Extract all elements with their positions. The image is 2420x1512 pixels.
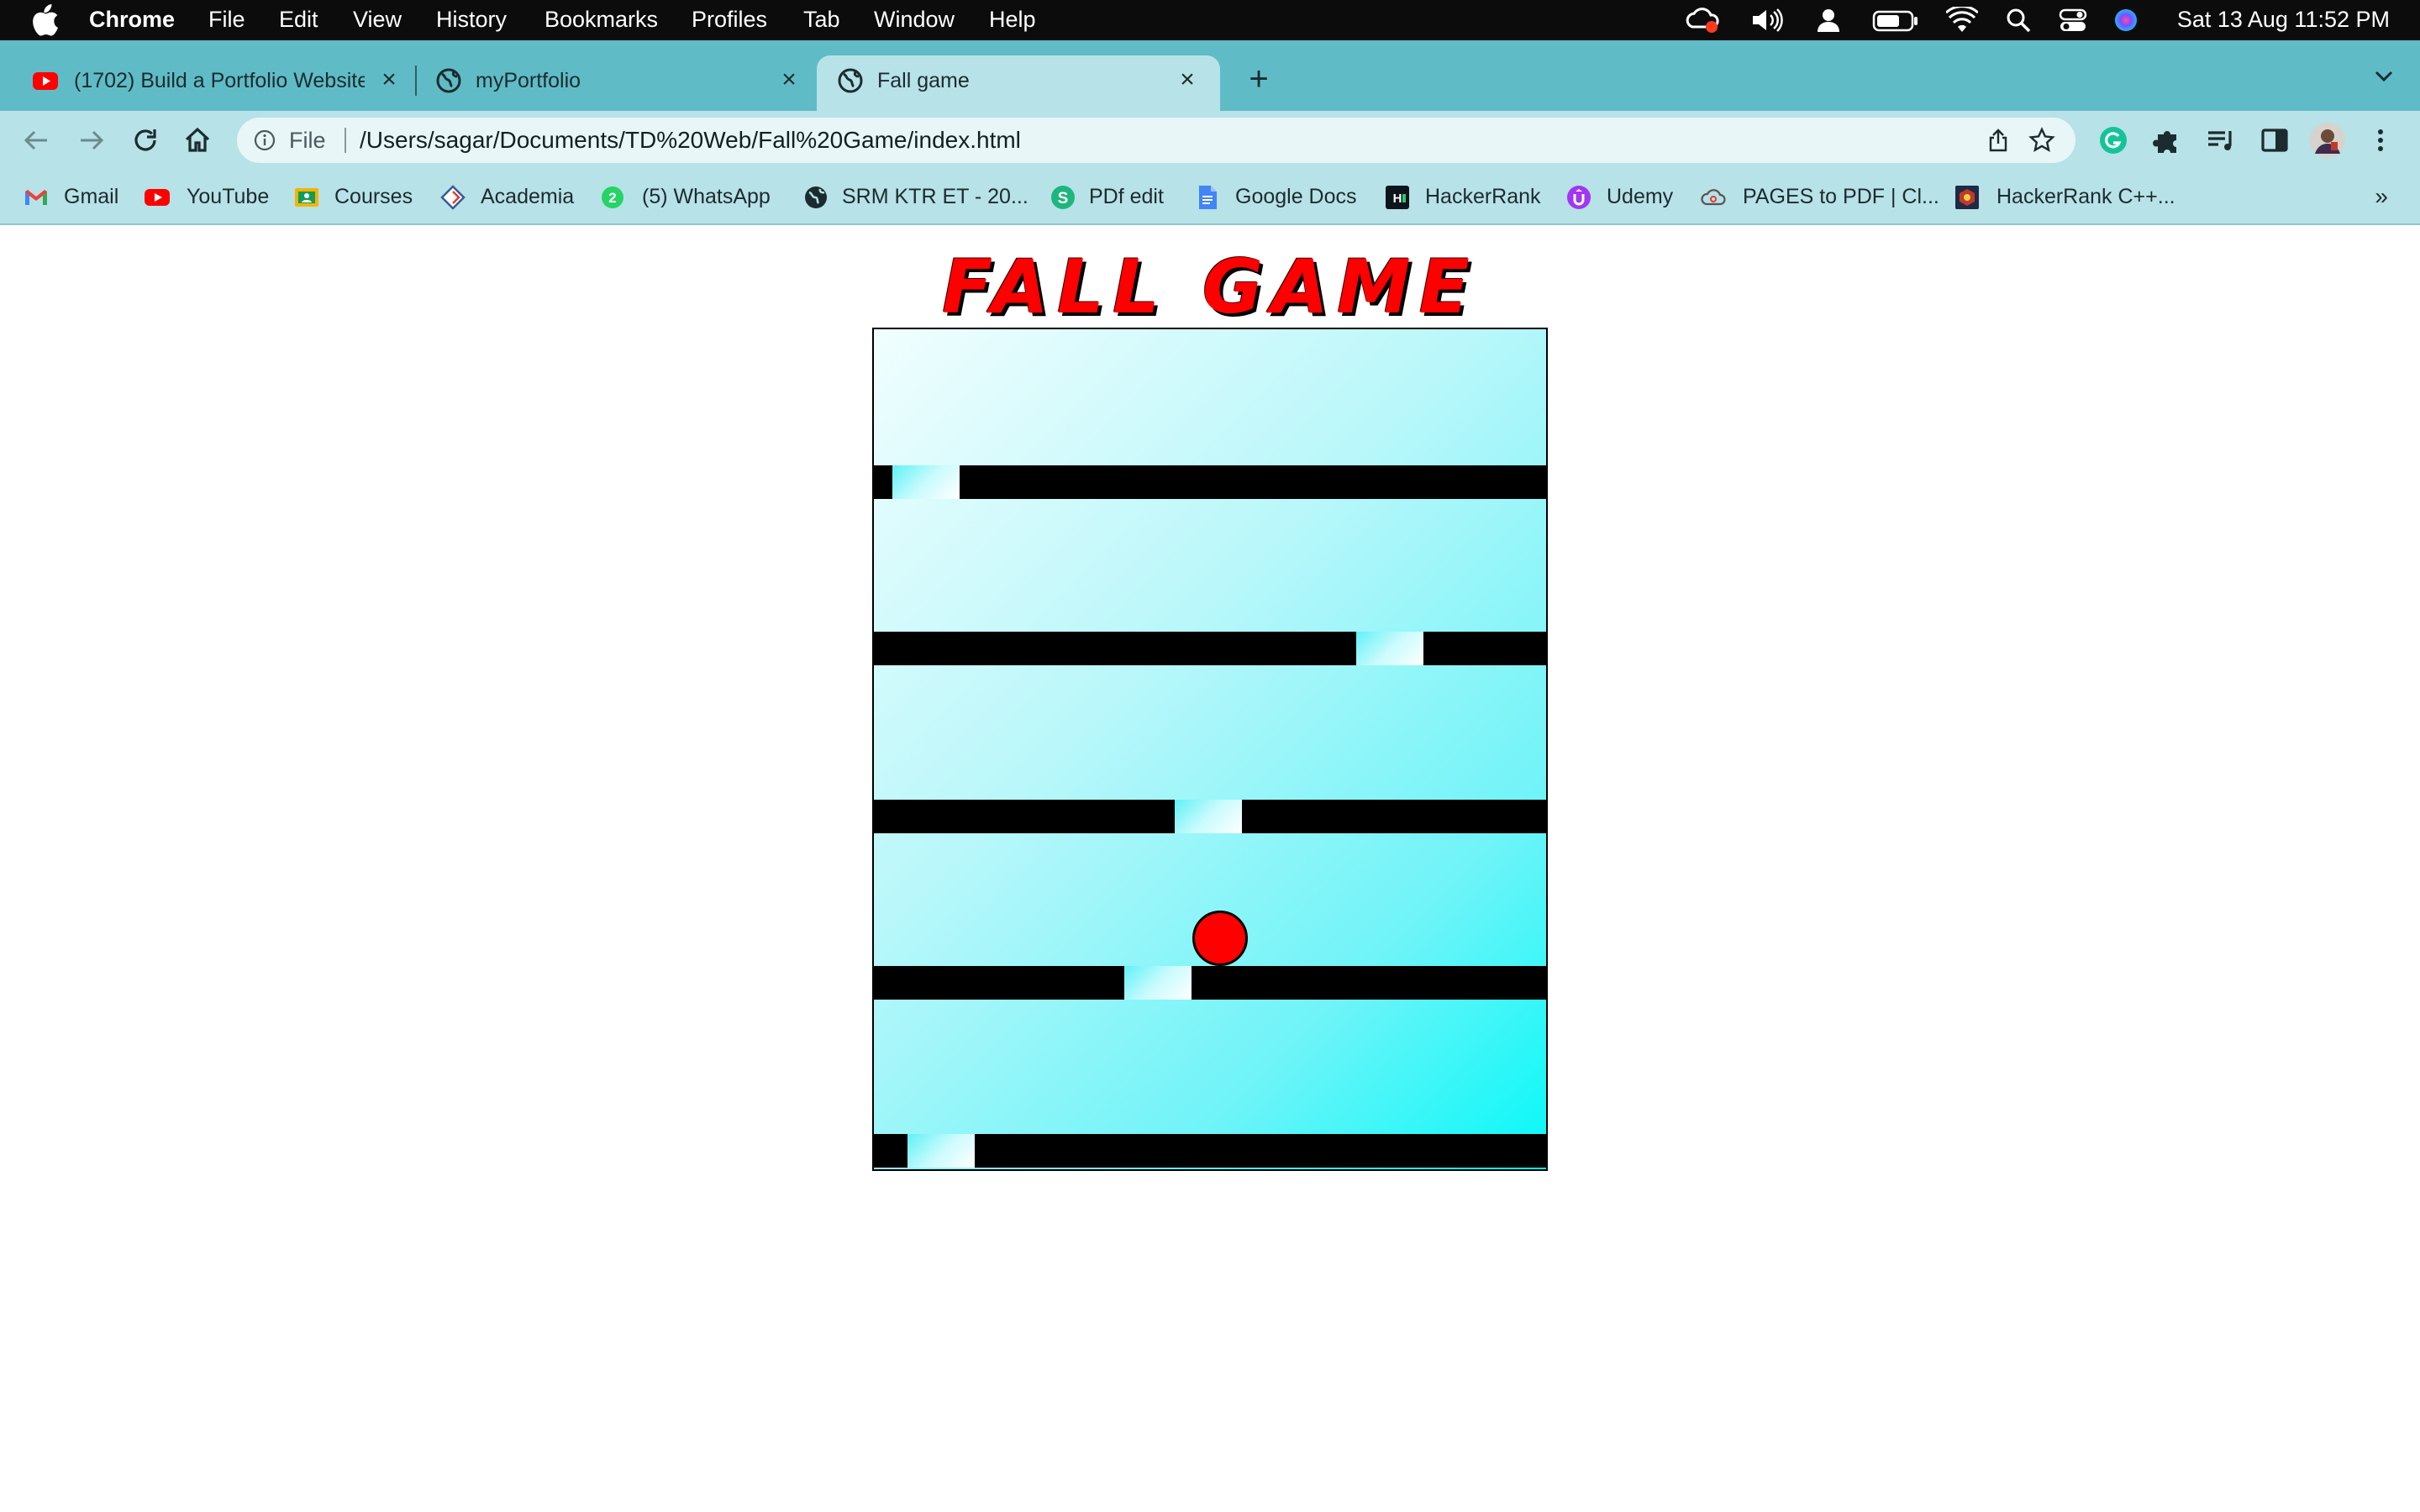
bookmarks-overflow-button[interactable]: »	[2375, 183, 2388, 210]
bookmark-label: SRM KTR ET - 20...	[842, 185, 1028, 208]
kebab-menu-icon[interactable]	[2368, 124, 2393, 156]
tab-strip: (1702) Build a Portfolio Website × myPor…	[0, 40, 2420, 111]
gmail-icon	[25, 190, 47, 205]
spotlight-icon[interactable]	[2005, 7, 2032, 34]
bar-gap	[1175, 800, 1242, 833]
sejda-icon: S	[1051, 186, 1075, 209]
svg-text:S: S	[1058, 190, 1069, 207]
url-scheme-label: File	[289, 128, 326, 153]
control-center-icon[interactable]	[2059, 7, 2087, 34]
menu-help[interactable]: Help	[989, 7, 1036, 33]
share-icon[interactable]	[1986, 129, 2010, 152]
side-panel-icon[interactable]	[2259, 124, 2291, 156]
menu-profiles[interactable]: Profiles	[692, 7, 767, 33]
info-icon[interactable]	[254, 129, 276, 151]
menu-history[interactable]: History	[436, 7, 507, 33]
game-title: FALL GAME	[942, 244, 1478, 330]
tab-title: Fall game	[877, 69, 970, 92]
globe-icon	[838, 68, 863, 93]
star-icon[interactable]	[2028, 127, 2055, 154]
globe-icon	[436, 68, 461, 93]
game-bar	[874, 632, 1546, 665]
url-divider	[345, 128, 346, 153]
tab-myportfolio[interactable]: myPortfolio ×	[418, 55, 813, 111]
bookmark-label: Google Docs	[1235, 185, 1357, 208]
menu-app-name[interactable]: Chrome	[89, 7, 175, 33]
url-text[interactable]: /Users/sagar/Documents/TD%20Web/Fall%20G…	[360, 127, 1021, 154]
hackerrank-cpp-icon	[1955, 186, 1979, 209]
bookmarks-bar: Gmail YouTube Courses Academia 2 (5) Wha…	[0, 170, 2420, 225]
siri-icon[interactable]	[2112, 7, 2139, 34]
bookmark-label: HackerRank C++...	[1996, 185, 2175, 208]
tab-fall-game[interactable]: Fall game ×	[817, 55, 1220, 111]
svg-text:H: H	[1393, 192, 1402, 206]
bookmark-label: Gmail	[64, 185, 119, 208]
close-icon[interactable]: ×	[775, 66, 803, 94]
creative-cloud-icon[interactable]	[1686, 7, 1719, 34]
youtube-icon	[145, 189, 170, 206]
tab-title: (1702) Build a Portfolio Website	[74, 69, 365, 92]
docs-icon	[1199, 186, 1217, 209]
bookmark-label: Academia	[481, 185, 575, 208]
page-content: FALL GAME	[0, 227, 2420, 1512]
bookmark-label: PDf edit	[1089, 185, 1164, 208]
menu-window[interactable]: Window	[874, 7, 955, 33]
reload-icon[interactable]	[129, 124, 161, 156]
game-bar	[874, 1134, 1546, 1168]
game-bar	[874, 966, 1546, 1000]
bookmark-label: HackerRank	[1425, 185, 1541, 208]
bookmark-label: (5) WhatsApp	[642, 185, 771, 208]
menu-bookmarks[interactable]: Bookmarks	[544, 7, 658, 33]
game-ball	[1192, 911, 1248, 966]
new-tab-button[interactable]: +	[1242, 62, 1276, 96]
udemy-icon	[1567, 186, 1591, 209]
game-bar	[874, 800, 1546, 833]
extensions-puzzle-icon[interactable]	[2151, 124, 2183, 156]
close-icon[interactable]: ×	[1173, 66, 1202, 94]
youtube-icon	[33, 72, 58, 90]
academia-icon	[440, 185, 466, 210]
avatar[interactable]	[2309, 122, 2346, 159]
bar-gap	[1356, 632, 1423, 665]
address-bar[interactable]: File /Users/sagar/Documents/TD%20Web/Fal…	[237, 118, 2075, 163]
bookmark-label: PAGES to PDF | Cl...	[1743, 185, 1939, 208]
whatsapp-icon: 2	[602, 186, 623, 208]
tab-separator	[415, 66, 417, 96]
media-queue-icon[interactable]	[2205, 124, 2237, 156]
bookmark-label: YouTube	[187, 185, 270, 208]
menu-file[interactable]: File	[208, 7, 245, 33]
cloudconvert-icon	[1701, 189, 1726, 206]
close-icon[interactable]: ×	[375, 66, 403, 94]
browser-toolbar: File /Users/sagar/Documents/TD%20Web/Fal…	[0, 111, 2420, 170]
forward-arrow-icon[interactable]	[76, 124, 108, 156]
apple-icon[interactable]	[30, 4, 59, 36]
wifi-icon[interactable]	[1946, 7, 1978, 34]
globe-icon	[805, 186, 827, 208]
game-bar	[874, 465, 1546, 499]
game-area[interactable]	[872, 328, 1548, 1171]
classroom-icon	[295, 188, 318, 207]
menu-view[interactable]: View	[353, 7, 402, 33]
grammarly-icon[interactable]	[2097, 124, 2129, 156]
menubar-clock[interactable]: Sat 13 Aug 11:52 PM	[2177, 7, 2390, 33]
chevron-down-icon[interactable]	[2370, 62, 2398, 91]
bar-gap	[892, 465, 960, 499]
hackerrank-icon: H	[1386, 186, 1409, 209]
bar-gap	[908, 1134, 975, 1168]
menu-tab[interactable]: Tab	[803, 7, 840, 33]
battery-icon[interactable]	[1872, 7, 1919, 34]
svg-text:2: 2	[608, 190, 616, 206]
bookmark-label: Udemy	[1607, 185, 1674, 208]
tab-youtube[interactable]: (1702) Build a Portfolio Website ×	[0, 55, 412, 111]
volume-icon[interactable]	[1749, 7, 1783, 34]
home-icon[interactable]	[182, 124, 213, 156]
macos-menu-bar: Chrome File Edit View History Bookmarks …	[0, 0, 2420, 40]
user-icon[interactable]	[1815, 7, 1842, 34]
bar-gap	[1124, 966, 1192, 1000]
tab-title: myPortfolio	[476, 69, 581, 92]
bookmark-label: Courses	[334, 185, 413, 208]
back-arrow-icon[interactable]	[20, 124, 52, 156]
menu-edit[interactable]: Edit	[279, 7, 318, 33]
